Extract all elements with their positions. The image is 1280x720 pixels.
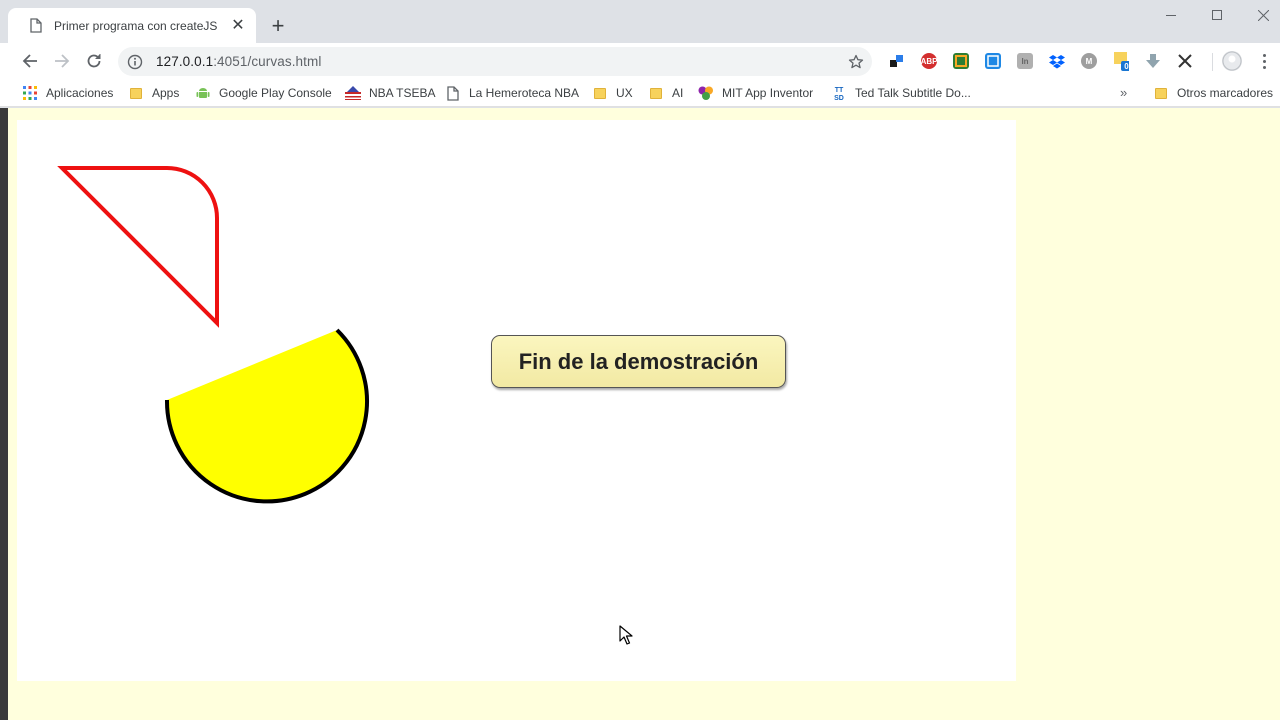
apps-grid-icon xyxy=(22,85,38,101)
svg-text:TT: TT xyxy=(835,87,844,94)
end-demo-button[interactable]: Fin de la demostración xyxy=(491,335,786,388)
notes-icon[interactable]: 0 xyxy=(1113,52,1129,71)
bookmark-ted-talk-subtitle[interactable]: TT SD Ted Talk Subtitle Do... xyxy=(831,83,971,103)
back-arrow-icon[interactable] xyxy=(16,47,44,75)
toolbar-divider xyxy=(1212,53,1213,71)
x-icon[interactable] xyxy=(1177,53,1193,69)
extension-blue-icon[interactable] xyxy=(985,53,1001,69)
folder-icon xyxy=(1153,85,1169,101)
info-icon[interactable] xyxy=(126,53,144,71)
reload-icon[interactable] xyxy=(80,47,108,75)
close-tab-icon[interactable]: ✕ xyxy=(230,17,246,34)
yellow-semicircle xyxy=(166,330,367,502)
red-rounded-triangle xyxy=(57,166,219,328)
bookmark-ai[interactable]: AI xyxy=(648,83,683,103)
bookmark-la-hemeroteca-nba[interactable]: La Hemeroteca NBA xyxy=(445,83,579,103)
bookmark-label: Google Play Console xyxy=(219,86,332,100)
extension-gray-icon[interactable]: In xyxy=(1017,53,1033,69)
folder-icon xyxy=(128,85,144,101)
adblock-plus-icon[interactable]: ABP xyxy=(921,53,937,69)
new-tab-button[interactable]: + xyxy=(266,14,290,38)
extension-green-icon[interactable] xyxy=(953,53,969,69)
dropbox-like-icon[interactable] xyxy=(889,53,905,69)
tab-strip: Primer programa con createJS ✕ + xyxy=(0,0,1280,43)
minimize-icon[interactable] xyxy=(1148,0,1194,30)
bookmark-apps[interactable]: Apps xyxy=(128,83,179,103)
folder-icon xyxy=(592,85,608,101)
bookmark-label: AI xyxy=(672,86,684,100)
url-host: 127.0.0.1 xyxy=(156,54,214,69)
page-icon xyxy=(30,18,44,34)
url-text: 127.0.0.1:4051/curvas.html xyxy=(156,54,321,69)
extension-circle-icon[interactable]: M xyxy=(1081,53,1097,69)
download-icon[interactable] xyxy=(1145,53,1161,69)
bookmark-aplicaciones[interactable]: Aplicaciones xyxy=(22,83,113,103)
bookmark-star-icon[interactable] xyxy=(846,52,866,72)
profile-avatar-icon[interactable] xyxy=(1222,51,1242,71)
toolbar: 127.0.0.1:4051/curvas.html ABP In M 0 xyxy=(0,43,1280,79)
bookmark-label: Aplicaciones xyxy=(46,86,114,100)
menu-kebab-icon[interactable] xyxy=(1256,51,1272,71)
bookmark-label: UX xyxy=(616,86,633,100)
svg-text:SD: SD xyxy=(834,95,844,101)
bookmark-mit-app-inventor[interactable]: MIT App Inventor xyxy=(698,83,813,103)
extension-badge: 0 xyxy=(1124,62,1129,71)
forward-arrow-icon[interactable] xyxy=(48,47,76,75)
bookmark-ux[interactable]: UX xyxy=(592,83,633,103)
bookmark-google-play-console[interactable]: Google Play Console xyxy=(195,83,332,103)
bookmark-otros-marcadores[interactable]: Otros marcadores xyxy=(1153,83,1273,103)
nba-icon xyxy=(345,85,361,101)
page-icon xyxy=(445,85,461,101)
createjs-canvas[interactable]: Fin de la demostración xyxy=(17,120,1016,681)
address-bar[interactable]: 127.0.0.1:4051/curvas.html xyxy=(118,47,872,76)
bookmarks-bar: Aplicaciones Apps Google Play Console NB… xyxy=(0,79,1280,107)
app-inventor-icon xyxy=(698,85,714,101)
maximize-icon[interactable] xyxy=(1194,0,1240,30)
tab-title: Primer programa con createJS xyxy=(54,18,218,33)
window-close-icon[interactable] xyxy=(1240,0,1280,30)
bookmark-label: La Hemeroteca NBA xyxy=(469,86,580,100)
bookmark-label: Apps xyxy=(152,86,180,100)
bookmark-label: NBA TSEBA xyxy=(369,86,436,100)
bookmark-label: Otros marcadores xyxy=(1177,86,1274,100)
folder-icon xyxy=(648,85,664,101)
mouse-cursor-icon xyxy=(619,625,633,645)
browser-tab[interactable]: Primer programa con createJS ✕ xyxy=(8,8,256,43)
ttsd-icon: TT SD xyxy=(831,85,847,101)
bookmark-label: MIT App Inventor xyxy=(722,86,814,100)
window-edge xyxy=(0,108,8,720)
bookmark-label: Ted Talk Subtitle Do... xyxy=(855,86,971,100)
bookmarks-overflow-icon[interactable]: » xyxy=(1120,85,1127,100)
dropbox-icon[interactable] xyxy=(1049,53,1065,69)
bookmark-nba-tseba[interactable]: NBA TSEBA xyxy=(345,83,435,103)
android-icon xyxy=(195,85,211,101)
url-path: :4051/curvas.html xyxy=(213,54,322,69)
